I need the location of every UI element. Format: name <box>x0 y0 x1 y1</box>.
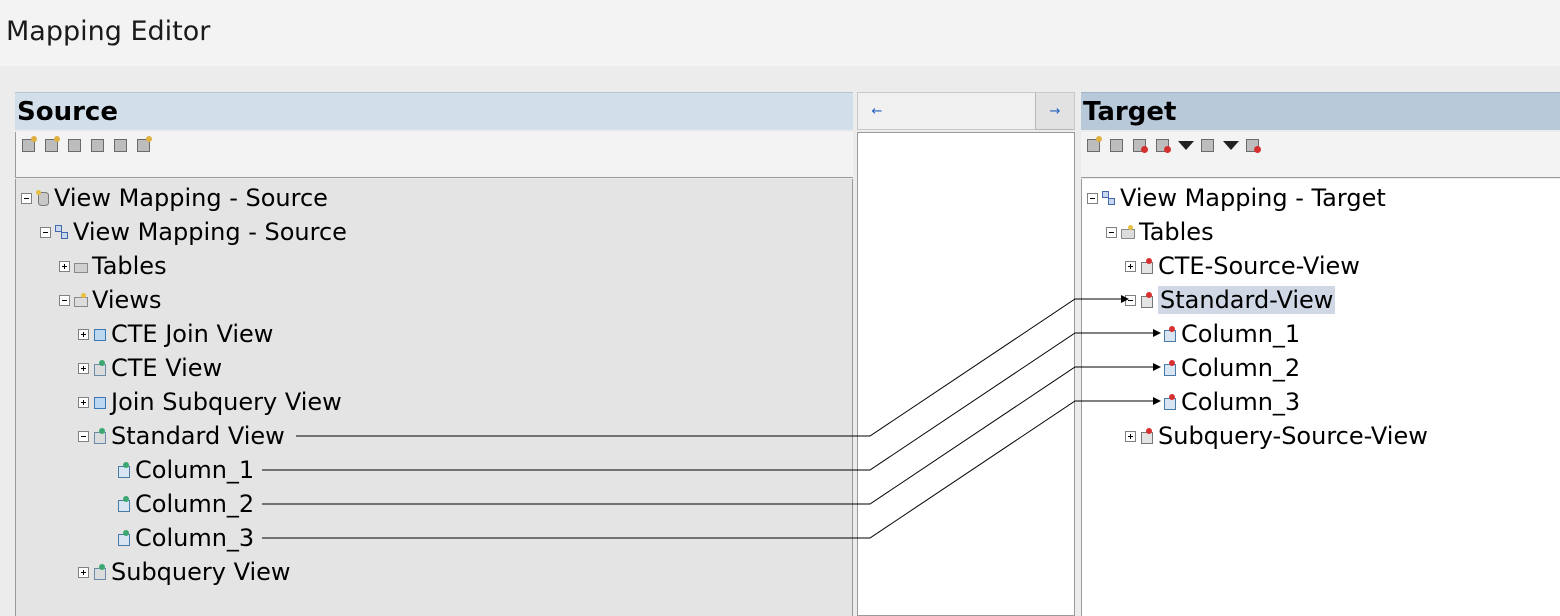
column-icon <box>116 496 131 512</box>
node-label: Column_3 <box>135 524 255 552</box>
window-title: Mapping Editor <box>6 16 211 47</box>
expand-icon[interactable] <box>1125 260 1136 272</box>
import-icon[interactable] <box>89 136 106 153</box>
database-icon <box>35 190 50 206</box>
tree-node-target-column-2[interactable]: Column_2 <box>1162 353 1300 383</box>
folder-icon <box>73 258 88 274</box>
auto-map-icon[interactable] <box>1154 136 1171 153</box>
source-header: Source <box>15 92 853 130</box>
folder-open-icon <box>73 292 88 308</box>
tree-node-standard-view[interactable]: Standard View <box>78 421 285 451</box>
node-label: Join Subquery View <box>111 388 342 416</box>
node-label: Standard View <box>111 422 285 450</box>
tree-node-cte-join-view[interactable]: CTE Join View <box>78 319 273 349</box>
model-icon <box>54 224 69 240</box>
collapse-icon[interactable] <box>1106 226 1117 238</box>
expand-icon[interactable] <box>59 260 70 272</box>
tree-node-target-tables[interactable]: Tables <box>1106 217 1214 247</box>
expand-icon[interactable] <box>78 396 89 408</box>
map-right-button[interactable]: → <box>1035 93 1074 130</box>
tree-node-target-column-3[interactable]: Column_3 <box>1162 387 1300 417</box>
tree-node-source-tables[interactable]: Tables <box>59 251 167 281</box>
node-label: Column_1 <box>135 456 255 484</box>
node-label: View Mapping - Target <box>1120 184 1386 212</box>
collapse-icon[interactable] <box>1125 294 1136 306</box>
expand-icon[interactable] <box>78 328 89 340</box>
collapse-icon[interactable] <box>78 430 89 442</box>
tree-node-source-column-2[interactable]: Column_2 <box>116 489 254 519</box>
tree-node-source-views[interactable]: Views <box>59 285 161 315</box>
node-label: Column_2 <box>135 490 255 518</box>
chevron-down-icon[interactable] <box>1222 136 1239 153</box>
source-toolbar <box>15 132 853 178</box>
find-icon[interactable] <box>1244 136 1261 153</box>
collapse-icon[interactable] <box>21 192 32 204</box>
delete-mapping-icon[interactable] <box>1131 136 1148 153</box>
tree-node-subquery-view[interactable]: Subquery View <box>78 557 291 587</box>
view-icon <box>92 428 107 444</box>
mapping-direction-bar: ← → <box>857 92 1075 130</box>
chevron-down-icon[interactable] <box>1177 136 1194 153</box>
tree-node-subquery-source-view[interactable]: Subquery-Source-View <box>1125 421 1428 451</box>
collapse-icon[interactable] <box>40 226 51 238</box>
mapping-lines-panel <box>857 132 1075 616</box>
node-label: Tables <box>1139 218 1214 246</box>
tree-node-target-root[interactable]: View Mapping - Target <box>1087 183 1386 213</box>
collapse-icon[interactable] <box>59 294 70 306</box>
node-label: Subquery View <box>111 558 291 586</box>
view-icon <box>92 326 107 342</box>
expand-icon[interactable] <box>78 362 89 374</box>
node-label: CTE View <box>111 354 223 382</box>
tree-node-source-model[interactable]: View Mapping - Source <box>40 217 347 247</box>
target-toolbar <box>1081 132 1560 178</box>
table-icon <box>1139 428 1154 444</box>
node-label: Column_2 <box>1181 354 1301 382</box>
expand-icon[interactable] <box>1125 430 1136 442</box>
table-icon <box>1139 258 1154 274</box>
tree-node-source-column-3[interactable]: Column_3 <box>116 523 254 553</box>
node-label-selected: Standard-View <box>1158 286 1336 314</box>
expand-icon[interactable] <box>78 566 89 578</box>
node-label: Views <box>92 286 162 314</box>
column-icon <box>1162 326 1177 342</box>
tree-node-cte-view[interactable]: CTE View <box>78 353 222 383</box>
database-icon[interactable] <box>43 136 60 153</box>
node-label: CTE Join View <box>111 320 274 348</box>
export-icon[interactable] <box>112 136 129 153</box>
tree-node-target-column-1[interactable]: Column_1 <box>1162 319 1300 349</box>
node-label: CTE-Source-View <box>1158 252 1360 280</box>
view-icon <box>92 564 107 580</box>
tree-node-source-column-1[interactable]: Column_1 <box>116 455 254 485</box>
properties-icon[interactable] <box>1085 136 1102 153</box>
collapse-icon[interactable] <box>1087 192 1098 204</box>
node-label: View Mapping - Source <box>54 184 328 212</box>
tree-node-cte-source-view[interactable]: CTE-Source-View <box>1125 251 1360 281</box>
column-icon <box>1162 394 1177 410</box>
node-label: Column_3 <box>1181 388 1301 416</box>
folder-open-icon <box>1120 224 1135 240</box>
tree-node-target-standard-view[interactable]: Standard-View <box>1125 285 1336 315</box>
view-icon <box>92 394 107 410</box>
node-label: Column_1 <box>1181 320 1301 348</box>
document-icon[interactable] <box>66 136 83 153</box>
arrow-right-icon: → <box>1049 103 1061 119</box>
relationship-icon[interactable] <box>1108 136 1125 153</box>
tree-node-join-subquery-view[interactable]: Join Subquery View <box>78 387 342 417</box>
target-header: Target <box>1081 92 1560 130</box>
map-left-button[interactable]: ← <box>858 93 896 129</box>
column-icon <box>116 462 131 478</box>
column-icon <box>1162 360 1177 376</box>
table-icon <box>1139 292 1154 308</box>
tree-node-source-root[interactable]: View Mapping - Source <box>21 183 328 213</box>
model-icon <box>1101 190 1116 206</box>
find-icon[interactable] <box>135 136 152 153</box>
node-label: Tables <box>92 252 167 280</box>
view-icon <box>92 360 107 376</box>
column-icon <box>116 530 131 546</box>
node-label: View Mapping - Source <box>73 218 347 246</box>
arrow-left-icon: ← <box>871 103 883 119</box>
import-icon[interactable] <box>1199 136 1216 153</box>
node-label: Subquery-Source-View <box>1158 422 1428 450</box>
properties-icon[interactable] <box>20 136 37 153</box>
